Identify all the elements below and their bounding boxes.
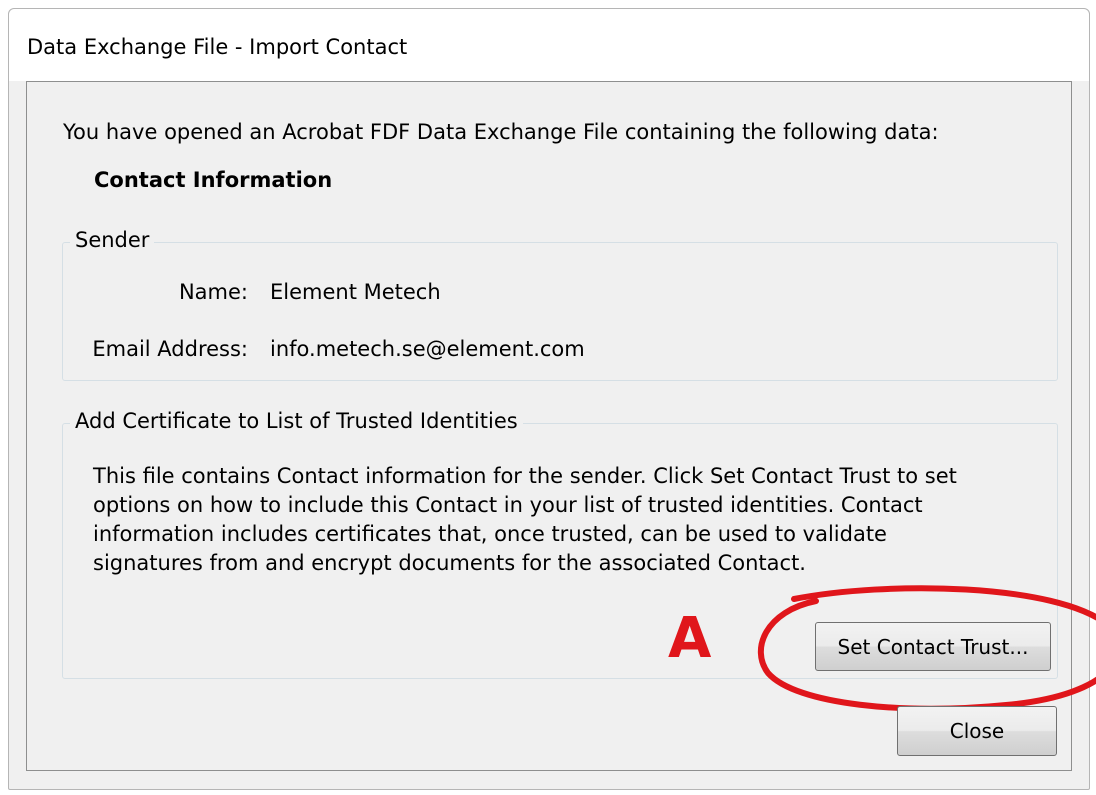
close-button[interactable]: Close — [897, 706, 1057, 756]
certificate-description: This file contains Contact information f… — [93, 464, 957, 575]
email-value: info.metech.se@element.com — [270, 337, 585, 361]
intro-text: You have opened an Acrobat FDF Data Exch… — [63, 120, 939, 144]
annotation-letter-a: A — [668, 606, 712, 671]
email-label: Email Address: — [92, 337, 248, 361]
contact-information-heading: Contact Information — [94, 168, 333, 192]
set-contact-trust-button[interactable]: Set Contact Trust... — [815, 622, 1051, 671]
import-contact-dialog: Data Exchange File - Import Contact You … — [8, 8, 1096, 790]
trusted-identities-legend: Add Certificate to List of Trusted Ident… — [70, 409, 523, 433]
title-bar[interactable]: Data Exchange File - Import Contact — [9, 9, 1089, 81]
sender-legend: Sender — [70, 228, 155, 252]
trusted-identities-group: Add Certificate to List of Trusted Ident… — [62, 409, 1096, 712]
window-title: Data Exchange File - Import Contact — [27, 35, 408, 59]
name-label: Name: — [178, 280, 248, 304]
name-value: Element Metech — [270, 280, 441, 304]
sender-group: Sender Name: Element Metech Email Addres… — [62, 228, 1058, 381]
dialog-content: You have opened an Acrobat FDF Data Exch… — [26, 81, 1096, 771]
